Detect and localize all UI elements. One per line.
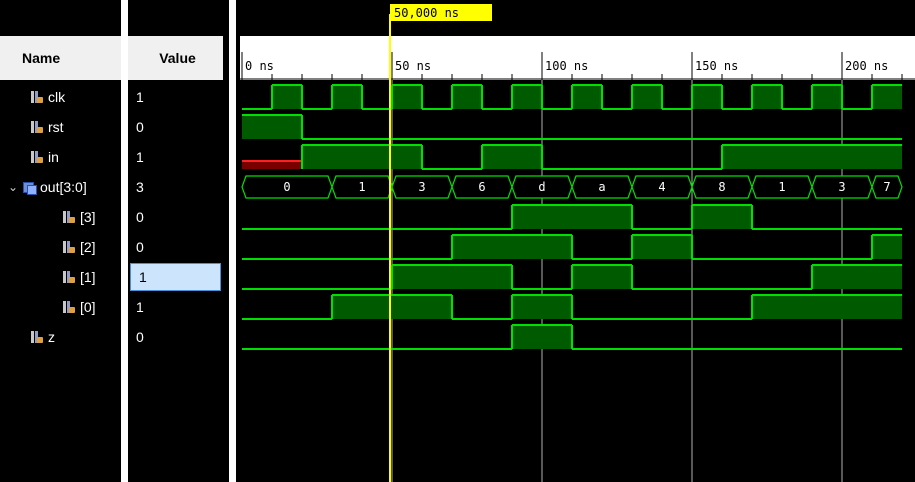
signal-row-out[interactable]: ⌄ out[3:0] xyxy=(0,172,121,202)
wave-high-fill xyxy=(512,205,632,229)
signal-name: z xyxy=(48,329,55,345)
signal-row-out0[interactable]: [0] xyxy=(0,292,121,322)
value-column: Value 101300110 xyxy=(128,0,223,482)
time-label: 150 ns xyxy=(695,59,738,73)
wave-high-fill xyxy=(392,265,512,289)
signal-icon xyxy=(30,330,44,344)
signal-value-rst[interactable]: 0 xyxy=(128,112,223,142)
bus-value-label: 3 xyxy=(418,180,425,194)
signal-value-in[interactable]: 1 xyxy=(128,142,223,172)
signal-row-out1[interactable]: [1] xyxy=(0,262,121,292)
bus-value-label: 0 xyxy=(283,180,290,194)
bus-value-label: 3 xyxy=(838,180,845,194)
wave-high-fill xyxy=(572,265,632,289)
signal-name: [3] xyxy=(80,209,96,225)
wave-high-fill xyxy=(872,235,902,259)
wave-high-fill xyxy=(752,295,902,319)
wave-high-fill xyxy=(452,85,482,109)
signal-name: [1] xyxy=(80,269,96,285)
signal-row-out2[interactable]: [2] xyxy=(0,232,121,262)
wave-high-fill xyxy=(632,235,692,259)
bus-value-label: d xyxy=(538,180,545,194)
time-ruler xyxy=(240,36,915,80)
signal-icon xyxy=(30,120,44,134)
wave-high-fill xyxy=(872,85,902,109)
signal-icon xyxy=(62,270,76,284)
wave-high-fill xyxy=(272,85,302,109)
signal-row-clk[interactable]: clk xyxy=(0,82,121,112)
wave-high-fill xyxy=(812,85,842,109)
wave-high-fill xyxy=(452,235,572,259)
signal-value-z[interactable]: 0 xyxy=(128,322,223,352)
signal-name: rst xyxy=(48,119,64,135)
signal-row-z[interactable]: z xyxy=(0,322,121,352)
bus-signal-icon xyxy=(22,180,37,195)
wave-high-fill xyxy=(812,265,902,289)
signal-value-out1[interactable]: 1 xyxy=(130,263,221,291)
cursor-time-label: 50,000 ns xyxy=(394,6,459,20)
wave-high-fill xyxy=(632,85,662,109)
wave-high-fill xyxy=(512,85,542,109)
wave-high-fill xyxy=(482,145,542,169)
waveform-pane[interactable]: 0 ns 50 ns 100 ns 150 ns 200 ns 0 1 3 6 d a 4 8 1 3 7 50… xyxy=(240,0,915,482)
name-column-header[interactable]: Name xyxy=(0,36,121,80)
value-column-header[interactable]: Value xyxy=(128,36,223,80)
name-column: Name clk rst in ⌄ out[3:0] [3] [2] [1] [0] z xyxy=(0,0,121,482)
bus-value-label: 4 xyxy=(658,180,665,194)
signal-value-clk[interactable]: 1 xyxy=(128,82,223,112)
wave-high-fill xyxy=(392,85,422,109)
signal-icon xyxy=(62,240,76,254)
signal-name: clk xyxy=(48,89,66,105)
wave-high-fill xyxy=(692,205,752,229)
wave-high-fill xyxy=(692,85,722,109)
wave-high-fill xyxy=(332,295,452,319)
signal-name: in xyxy=(48,149,59,165)
signal-icon xyxy=(62,300,76,314)
signal-name: [2] xyxy=(80,239,96,255)
bus-value-label: a xyxy=(598,180,605,194)
wave-pane-divider[interactable] xyxy=(229,0,236,482)
signal-row-rst[interactable]: rst xyxy=(0,112,121,142)
time-label: 200 ns xyxy=(845,59,888,73)
signal-name: out[3:0] xyxy=(40,179,87,195)
bus-value-label: 1 xyxy=(778,180,785,194)
bus-value-label: 1 xyxy=(358,180,365,194)
signal-icon xyxy=(30,150,44,164)
wave-high-fill xyxy=(572,85,602,109)
time-label: 50 ns xyxy=(395,59,431,73)
wave-high-fill xyxy=(512,325,572,349)
wave-high-fill xyxy=(332,85,362,109)
chevron-down-icon[interactable]: ⌄ xyxy=(6,180,20,194)
wave-high-fill xyxy=(302,145,422,169)
wave-high-fill xyxy=(512,295,572,319)
wave-unknown-fill xyxy=(242,161,302,169)
wave-high-fill xyxy=(752,85,782,109)
wave-high-fill xyxy=(242,115,302,139)
signal-value-out2[interactable]: 0 xyxy=(128,232,223,262)
signal-icon xyxy=(62,210,76,224)
signal-value-out3[interactable]: 0 xyxy=(128,202,223,232)
signal-value-out0[interactable]: 1 xyxy=(128,292,223,322)
signal-row-in[interactable]: in xyxy=(0,142,121,172)
column-divider[interactable] xyxy=(121,0,128,482)
bus-value-label: 7 xyxy=(883,180,890,194)
signal-row-out3[interactable]: [3] xyxy=(0,202,121,232)
signal-icon xyxy=(30,90,44,104)
bus-value-label: 6 xyxy=(478,180,485,194)
time-label: 0 ns xyxy=(245,59,274,73)
bus-value-label: 8 xyxy=(718,180,725,194)
time-label: 100 ns xyxy=(545,59,588,73)
signal-value-out[interactable]: 3 xyxy=(128,172,223,202)
signal-name: [0] xyxy=(80,299,96,315)
wave-high-fill xyxy=(722,145,902,169)
